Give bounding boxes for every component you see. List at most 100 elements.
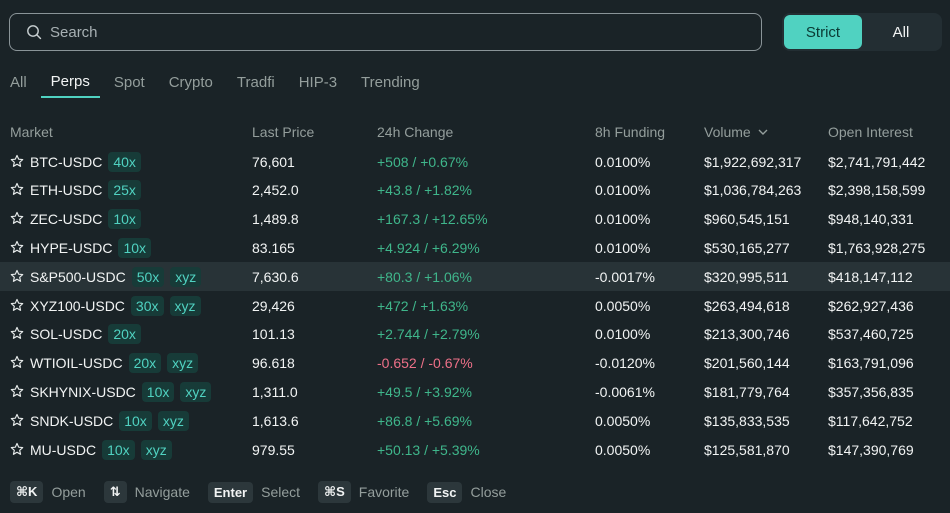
volume: $181,779,764 <box>704 383 790 400</box>
leverage-badge: 20x <box>128 353 162 374</box>
open-interest: $418,147,112 <box>828 268 913 285</box>
24h-change: +43.8 / +1.82% <box>377 182 472 199</box>
star-outline-icon[interactable] <box>10 355 26 371</box>
header-open-interest[interactable]: Open Interest <box>828 124 913 140</box>
star-outline-icon[interactable] <box>10 442 26 458</box>
tab-all[interactable]: All <box>0 66 37 98</box>
table-row[interactable]: SOL-USDC 20x 101.13 +2.744 / +2.79% 0.0100% $… <box>0 320 950 349</box>
leverage-badge: 50x <box>131 266 165 287</box>
leverage-badge: 25x <box>108 180 141 201</box>
hint-label: Select <box>261 484 301 500</box>
market-cell: WTIOIL-USDC 20x xyz <box>10 353 199 374</box>
market-symbol: S&P500-USDC <box>30 268 126 285</box>
8h-funding: -0.0120% <box>595 355 655 372</box>
hint-label: Open <box>51 484 86 500</box>
star-outline-icon[interactable] <box>10 413 26 429</box>
dex-tag-badge: xyz <box>167 353 199 374</box>
dex-tag-badge: xyz <box>157 410 189 431</box>
24h-change: +49.5 / +3.92% <box>377 383 472 400</box>
hint-navigate: ⇅ Navigate <box>103 481 190 503</box>
dex-tag-badge: xyz <box>169 295 201 316</box>
header-volume[interactable]: Volume <box>704 124 769 140</box>
star-outline-icon[interactable] <box>10 211 26 227</box>
hint-favorite: ⌘S Favorite <box>318 481 409 503</box>
open-interest: $262,927,436 <box>828 297 914 314</box>
market-symbol: ETH-USDC <box>30 182 103 199</box>
market-cell: XYZ100-USDC 30x xyz <box>10 295 201 316</box>
market-symbol: MU-USDC <box>30 441 97 458</box>
volume: $1,036,784,263 <box>704 182 802 199</box>
strict-all-toggle[interactable]: Strict All <box>782 13 942 51</box>
volume: $320,995,511 <box>704 268 789 285</box>
market-symbol: BTC-USDC <box>30 153 103 170</box>
dex-tag-badge: xyz <box>140 439 172 460</box>
star-outline-icon[interactable] <box>10 154 26 170</box>
market-cell: BTC-USDC 40x <box>10 151 141 172</box>
last-price: 1,311.0 <box>252 383 298 400</box>
hint-select: Enter Select <box>207 481 301 503</box>
star-outline-icon[interactable] <box>10 326 26 342</box>
all-toggle-button[interactable]: All <box>862 15 940 49</box>
hint-label: Close <box>470 484 507 500</box>
star-outline-icon[interactable] <box>10 298 26 314</box>
market-symbol: WTIOIL-USDC <box>30 355 123 372</box>
market-cell: S&P500-USDC 50x xyz <box>10 266 202 287</box>
volume: $213,300,746 <box>704 326 790 343</box>
star-outline-icon[interactable] <box>10 269 26 285</box>
tab-spot[interactable]: Spot <box>104 66 155 98</box>
market-category-tabs: All Perps Spot Crypto Tradfi HIP-3 Trend… <box>0 66 434 98</box>
market-cell: SNDK-USDC 10x xyz <box>10 410 189 431</box>
header-24h-change[interactable]: 24h Change <box>377 124 453 140</box>
hint-key: ⌘S <box>318 481 351 503</box>
table-row[interactable]: BTC-USDC 40x 76,601 +508 / +0.67% 0.0100% $1,… <box>0 147 950 176</box>
8h-funding: -0.0017% <box>595 268 655 285</box>
search-box[interactable] <box>9 13 762 51</box>
tab-trending[interactable]: Trending <box>351 66 430 98</box>
hint-key: ⇅ <box>103 481 127 503</box>
open-interest: $117,642,752 <box>828 412 913 429</box>
volume: $125,581,870 <box>704 441 790 458</box>
header-market[interactable]: Market <box>10 124 53 140</box>
market-symbol: SKHYNIX-USDC <box>30 383 136 400</box>
last-price: 29,426 <box>252 297 295 314</box>
last-price: 1,489.8 <box>252 211 299 228</box>
table-row[interactable]: ETH-USDC 25x 2,452.0 +43.8 / +1.82% 0.0100% $… <box>0 176 950 205</box>
table-row[interactable]: SKHYNIX-USDC 10x xyz 1,311.0 +49.5 / +3.92% -… <box>0 377 950 406</box>
market-symbol: XYZ100-USDC <box>30 297 125 314</box>
leverage-badge: 10x <box>118 237 152 258</box>
header-8h-funding[interactable]: 8h Funding <box>595 124 665 140</box>
volume: $263,494,618 <box>704 297 790 314</box>
volume: $1,922,692,317 <box>704 153 802 170</box>
table-row[interactable]: SNDK-USDC 10x xyz 1,613.6 +86.8 / +5.69% 0.00… <box>0 406 950 435</box>
search-input[interactable] <box>50 23 690 41</box>
table-row[interactable]: ZEC-USDC 10x 1,489.8 +167.3 / +12.65% 0.0100… <box>0 205 950 234</box>
table-row[interactable]: WTIOIL-USDC 20x xyz 96.618 -0.652 / -0.67% -0… <box>0 349 950 378</box>
table-row[interactable]: XYZ100-USDC 30x xyz 29,426 +472 / +1.63% 0.00… <box>0 291 950 320</box>
market-symbol: SOL-USDC <box>30 326 103 343</box>
star-outline-icon[interactable] <box>10 182 26 198</box>
tab-crypto[interactable]: Crypto <box>159 66 223 98</box>
volume: $135,833,535 <box>704 412 790 429</box>
hint-key: Esc <box>427 481 463 503</box>
open-interest: $1,763,928,275 <box>828 239 926 256</box>
last-price: 83.165 <box>252 239 295 256</box>
8h-funding: 0.0050% <box>595 412 651 429</box>
table-row[interactable]: S&P500-USDC 50x xyz 7,630.6 +80.3 / +1.06% -0… <box>0 262 950 292</box>
leverage-badge: 10x <box>102 439 135 460</box>
header-last-price[interactable]: Last Price <box>252 124 314 140</box>
open-interest: $537,460,725 <box>828 326 914 343</box>
table-row[interactable]: HYPE-USDC 10x 83.165 +4.924 / +6.29% 0.0100%… <box>0 233 950 262</box>
tab-tradfi[interactable]: Tradfi <box>227 66 285 98</box>
header-volume-label: Volume <box>704 124 751 140</box>
hint-close: Esc Close <box>427 481 507 503</box>
open-interest: $147,390,769 <box>828 441 914 458</box>
open-interest: $163,791,096 <box>828 355 914 372</box>
hint-key: Enter <box>207 481 254 503</box>
strict-toggle-button[interactable]: Strict <box>784 15 862 49</box>
market-cell: SOL-USDC 20x <box>10 324 141 345</box>
star-outline-icon[interactable] <box>10 240 26 256</box>
tab-perps[interactable]: Perps <box>40 66 100 98</box>
tab-hip-3[interactable]: HIP-3 <box>289 66 347 98</box>
star-outline-icon[interactable] <box>10 384 26 400</box>
table-row[interactable]: MU-USDC 10x xyz 979.55 +50.13 / +5.39% 0.0050… <box>0 435 950 464</box>
